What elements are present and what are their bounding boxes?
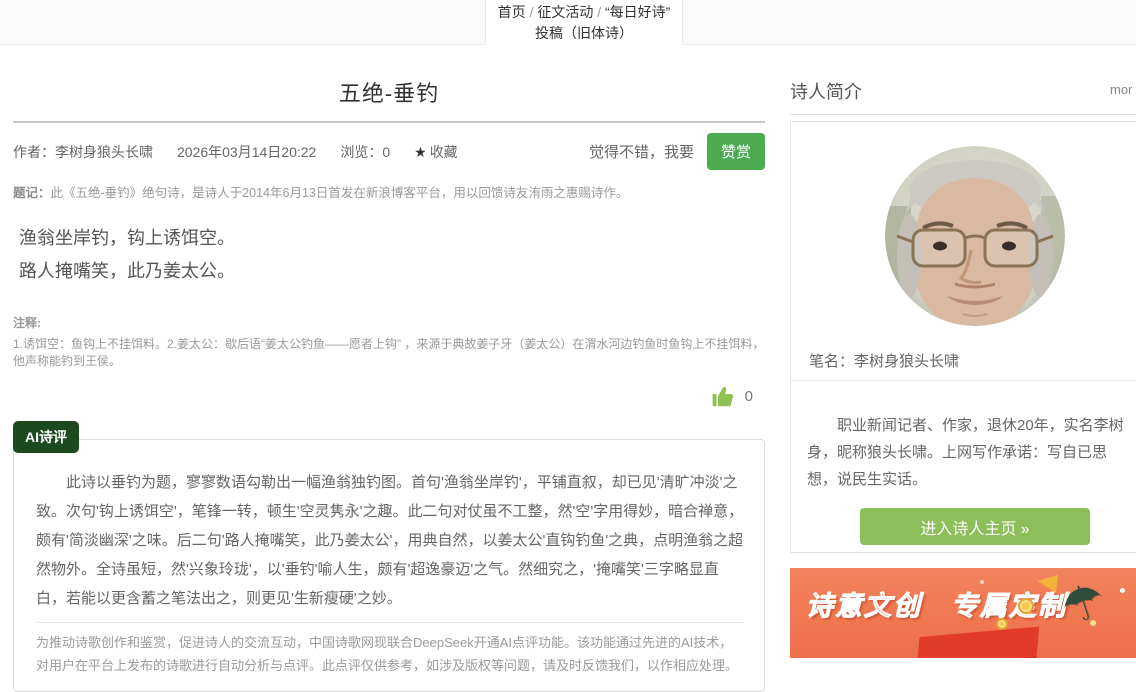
coin-icon xyxy=(996,618,1008,630)
like-row: 0 xyxy=(13,383,765,409)
ai-review-divider xyxy=(36,622,744,623)
breadcrumb-separator: / xyxy=(530,4,534,20)
favorite-label: 收藏 xyxy=(430,144,458,160)
star-icon: ★ xyxy=(414,144,427,160)
ai-review-text: 此诗以垂钓为题，寥寥数语勾勒出一幅渔翁独钓图。首句'渔翁坐岸钓'，平铺直叙，却已… xyxy=(36,468,744,613)
ai-review-section: AI诗评 此诗以垂钓为题，寥寥数语勾勒出一幅渔翁独钓图。首句'渔翁坐岸钓'，平铺… xyxy=(13,421,765,692)
like-count: 0 xyxy=(745,388,753,405)
poem-meta-row: 作者：李树身狼头长啸 2026年03月14日20:22 浏览：0 ★收藏 觉得不… xyxy=(13,133,765,170)
nav-home-link[interactable]: 首页 xyxy=(498,4,526,20)
poem-body: 渔翁坐岸钓，钩上诱饵空。 路人掩嘴笑，此乃姜太公。 xyxy=(13,222,765,288)
favorite-button[interactable]: ★收藏 xyxy=(414,142,458,162)
coin-icon xyxy=(1018,598,1034,614)
author-label: 作者： xyxy=(13,144,55,160)
views-count: 0 xyxy=(382,144,390,160)
poem-notes: 注释: 1.诱饵空：鱼钩上不挂饵料。2.姜太公：歇后语“姜太公钓鱼——愿者上钩”… xyxy=(13,315,765,370)
poem-line: 路人掩嘴笑，此乃姜太公。 xyxy=(19,255,765,288)
pen-name-value: 李树身狼头长啸 xyxy=(854,353,959,370)
praise-prompt: 觉得不错，我要 xyxy=(589,141,694,162)
author-field: 作者：李树身狼头长啸 xyxy=(13,142,153,162)
poet-bio: 职业新闻记者、作家，退休20年，实名李树身，昵称狼头长啸。上网写作承诺：写自已思… xyxy=(807,412,1131,493)
pen-name-label: 笔名： xyxy=(809,353,854,370)
title-divider xyxy=(13,121,765,123)
nav-activities-link[interactable]: 征文活动 xyxy=(537,4,593,20)
sparkle-dot xyxy=(980,580,984,584)
notes-text: 1.诱饵空：鱼钩上不挂饵料。2.姜太公：歇后语“姜太公钓鱼——愿者上钩” ，来源… xyxy=(13,337,764,368)
poet-avatar xyxy=(885,146,1065,326)
poem-meta: 作者：李树身狼头长啸 2026年03月14日20:22 浏览：0 ★收藏 xyxy=(13,142,458,162)
breadcrumb: 首页 / 征文活动 / “每日好诗” 投稿（旧体诗） xyxy=(485,0,683,45)
poet-sidebar: 诗人简介 mor xyxy=(790,70,1136,553)
ai-review-badge: AI诗评 xyxy=(13,421,79,453)
praise-button[interactable]: 赞赏 xyxy=(707,133,765,170)
epigraph-label: 题记： xyxy=(13,186,51,200)
notes-label: 注释: xyxy=(13,315,765,332)
breadcrumb-separator: / xyxy=(597,4,601,20)
views-field: 浏览：0 xyxy=(340,142,390,162)
pen-name: 笔名：李树身狼头长啸 xyxy=(809,350,959,371)
more-link[interactable]: mor xyxy=(1110,82,1132,97)
author-link[interactable]: 李树身狼头长啸 xyxy=(55,144,153,160)
card-divider xyxy=(791,380,1136,381)
poet-homepage-button[interactable]: 进入诗人主页 » xyxy=(860,508,1090,545)
views-label: 浏览： xyxy=(340,144,382,160)
epigraph-text: 此《五绝-垂钓》绝句诗，是诗人于2014年6月13日首发在新浪博客平台，用以回馈… xyxy=(51,186,629,200)
sparkle-dot xyxy=(1090,620,1096,626)
sparkle-dot xyxy=(1120,588,1125,593)
epigraph: 题记：此《五绝-垂钓》绝句诗，是诗人于2014年6月13日首发在新浪博客平台，用… xyxy=(13,182,765,201)
poem-line: 渔翁坐岸钓，钩上诱饵空。 xyxy=(19,222,765,255)
poem-article: 五绝-垂钓 作者：李树身狼头长啸 2026年03月14日20:22 浏览：0 ★… xyxy=(13,58,765,692)
sidebar-title: 诗人简介 xyxy=(790,78,862,104)
page-title: 五绝-垂钓 xyxy=(13,76,765,108)
thumbs-up-icon[interactable] xyxy=(711,383,737,409)
poet-card: 笔名：李树身狼头长啸 职业新闻记者、作家，退休20年，实名李树身，昵称狼头长啸。… xyxy=(790,121,1136,553)
publish-date: 2026年03月14日20:22 xyxy=(177,142,316,162)
sidebar-header: 诗人简介 mor xyxy=(790,70,1136,115)
ai-review-box: 此诗以垂钓为题，寥寥数语勾勒出一幅渔翁独钓图。首句'渔翁坐岸钓'，平铺直叙，却已… xyxy=(13,439,765,692)
praise-area: 觉得不错，我要 赞赏 xyxy=(589,133,765,170)
ai-disclaimer: 为推动诗歌创作和鉴赏，促进诗人的交流互动，中国诗歌网现联合DeepSeek开通A… xyxy=(36,631,744,677)
promo-banner[interactable]: 诗意文创 专属定制 ☂ xyxy=(790,568,1136,658)
ribbon-graphic xyxy=(917,627,1039,658)
